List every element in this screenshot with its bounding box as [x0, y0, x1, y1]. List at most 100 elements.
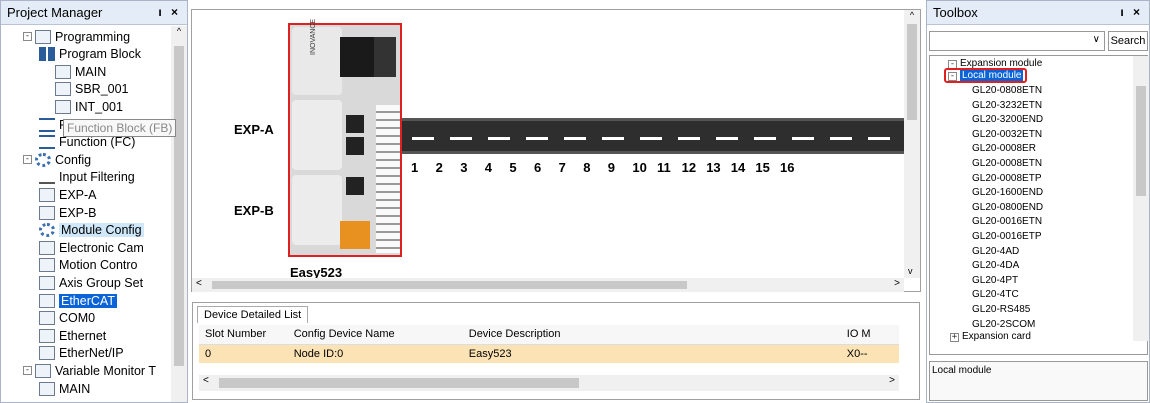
toolbox-item[interactable]: GL20-0008ETN: [972, 158, 1042, 169]
tree-item-local-module[interactable]: - Local module: [944, 68, 1028, 83]
toolbox-item[interactable]: GL20-4TC: [972, 289, 1019, 300]
page-icon: [55, 99, 71, 114]
tree-item-com0[interactable]: COM0: [39, 310, 95, 327]
scroll-thumb[interactable]: [1136, 86, 1146, 196]
collapse-icon[interactable]: -: [23, 32, 32, 41]
tree-item-main[interactable]: MAIN: [55, 63, 106, 80]
collapse-icon[interactable]: -: [23, 155, 32, 165]
scroll-down-icon[interactable]: v: [908, 266, 913, 276]
device-port-block: [374, 37, 396, 77]
toolbox-scrollbar[interactable]: [1133, 56, 1149, 341]
tree-item-label: Axis Group Set: [59, 275, 144, 290]
rail-dash: [716, 137, 738, 140]
toolbox-item[interactable]: GL20-RS485: [972, 304, 1030, 315]
expansion-icon: [39, 187, 55, 202]
table-cell: Easy523: [468, 347, 512, 360]
device-left-panel: [292, 100, 342, 170]
scroll-left-icon[interactable]: <: [203, 375, 209, 386]
slot-number: 4: [484, 160, 493, 175]
rail-dash: [488, 137, 510, 140]
tree-item-label: EtherCAT: [59, 293, 117, 308]
collapse-icon[interactable]: -: [23, 366, 32, 376]
tree-item-label: Programming: [55, 29, 131, 44]
plc-device-image[interactable]: INOVANCE: [288, 19, 402, 257]
tree-item-label: Config: [55, 152, 92, 167]
tree-item-ethernet[interactable]: Ethernet: [39, 327, 106, 344]
slot-number: 3: [460, 160, 468, 175]
tree-item-input-filtering[interactable]: Input Filtering: [39, 169, 135, 186]
toolbox-header: Toolbox ı ×: [927, 1, 1149, 25]
slot-number: 8: [583, 160, 591, 175]
toolbox-item[interactable]: GL20-4AD: [972, 246, 1019, 257]
toolbox-item[interactable]: GL20-0800END: [972, 202, 1043, 213]
scroll-thumb[interactable]: [174, 46, 184, 366]
chevron-down-icon[interactable]: ∨: [1093, 34, 1100, 45]
tree-item-label: Electronic Cam: [59, 240, 144, 255]
tree-item-ethernet-ip[interactable]: EtherNet/IP: [39, 345, 124, 362]
scroll-up-icon[interactable]: ^: [904, 10, 920, 20]
scroll-thumb[interactable]: [212, 281, 687, 289]
tree-item-expansion-card[interactable]: + Expansion card: [950, 331, 1031, 342]
toolbox-item[interactable]: GL20-3232ETN: [972, 100, 1042, 111]
canvas-vscrollbar[interactable]: ^ v: [904, 10, 920, 278]
project-tree-scrollbar[interactable]: ^: [171, 26, 187, 402]
toolbox-item[interactable]: GL20-0008ETP: [972, 173, 1042, 184]
tree-item-module-config[interactable]: Module Config: [39, 222, 144, 239]
tree-item-motion-contro[interactable]: Motion Contro: [39, 257, 138, 274]
tree-item-int-001[interactable]: INT_001: [55, 98, 123, 115]
search-button[interactable]: Search: [1108, 31, 1148, 51]
tab-device-detailed-list[interactable]: Device Detailed List: [197, 306, 309, 323]
toolbox-item[interactable]: GL20-0016ETP: [972, 231, 1042, 242]
canvas-hscrollbar[interactable]: < >: [192, 278, 904, 292]
toolbox-item[interactable]: GL20-0008ER: [972, 143, 1036, 154]
module-config-canvas: EXP-A EXP-B INOVANCE 1 2 3 4 5 6 7 8 9 10 11 12 13 14…: [191, 9, 921, 292]
collapse-icon[interactable]: -: [948, 72, 957, 81]
rail-dash: [792, 137, 814, 140]
pin-close-buttons[interactable]: ı ×: [1120, 5, 1143, 20]
toolbox-item[interactable]: GL20-0032ETN: [972, 129, 1042, 140]
toolbox-item[interactable]: GL20-3200END: [972, 114, 1043, 125]
pin-close-buttons[interactable]: ı ×: [158, 5, 181, 20]
slot-number: 12: [681, 160, 697, 175]
rail-dash: [412, 137, 434, 140]
tree-item-sbr-001[interactable]: SBR_001: [55, 81, 129, 98]
column-header[interactable]: Config Device Name: [288, 325, 463, 344]
table-cell: 0: [205, 347, 212, 360]
tree-item-exp-b[interactable]: EXP-B: [39, 204, 97, 221]
tree-item-axis-group-set[interactable]: Axis Group Set: [39, 274, 143, 291]
toolbox-search-combo[interactable]: ∨: [929, 31, 1105, 51]
scroll-right-icon[interactable]: >: [894, 278, 900, 289]
column-header[interactable]: IO M: [841, 325, 899, 344]
din-rail: [402, 118, 910, 154]
table-row[interactable]: 0 Node ID:0 Easy523 X0--: [199, 344, 899, 363]
tree-item-electronic-cam[interactable]: Electronic Cam: [39, 239, 144, 256]
tree-item-main[interactable]: MAIN: [39, 380, 90, 397]
scroll-left-icon[interactable]: <: [196, 278, 202, 289]
tree-item-program-block[interactable]: Program Block: [39, 46, 141, 63]
grid-hscrollbar[interactable]: < >: [199, 375, 899, 391]
toolbox-item[interactable]: GL20-0016ETN: [972, 216, 1042, 227]
toolbox-item[interactable]: GL20-2SCOM: [972, 319, 1035, 330]
tree-item-label: Ethernet: [59, 328, 107, 343]
scroll-up-icon[interactable]: ^: [171, 26, 187, 36]
column-header[interactable]: Device Description: [463, 325, 841, 344]
tree-item-ethercat[interactable]: EtherCAT: [39, 292, 117, 309]
tree-item-exp-a[interactable]: EXP-A: [39, 186, 97, 203]
toolbox-item[interactable]: GL20-0808ETN: [972, 85, 1042, 96]
column-header[interactable]: Slot Number: [199, 325, 288, 344]
toolbox-item[interactable]: GL20-4PT: [972, 275, 1018, 286]
page-icon: [55, 82, 71, 97]
tree-item-config[interactable]: - Config: [23, 151, 91, 168]
scroll-right-icon[interactable]: >: [889, 375, 895, 386]
toolbox-item[interactable]: GL20-1600END: [972, 187, 1043, 198]
tree-item-programming[interactable]: - Programming: [23, 28, 130, 45]
tree-item-label: Variable Monitor T: [55, 363, 156, 378]
table-header: Slot Number Config Device Name Device Desc…: [199, 325, 899, 344]
expand-icon[interactable]: +: [950, 333, 959, 342]
device-left-panel: [292, 175, 342, 245]
device-detailed-list: Device Detailed List Slot Number Config D…: [192, 302, 920, 400]
toolbox-item[interactable]: GL20-4DA: [972, 260, 1019, 271]
scroll-thumb[interactable]: [907, 24, 917, 120]
tree-item-variable-monitor-t[interactable]: - Variable Monitor T: [23, 362, 156, 379]
scroll-thumb[interactable]: [219, 378, 579, 388]
